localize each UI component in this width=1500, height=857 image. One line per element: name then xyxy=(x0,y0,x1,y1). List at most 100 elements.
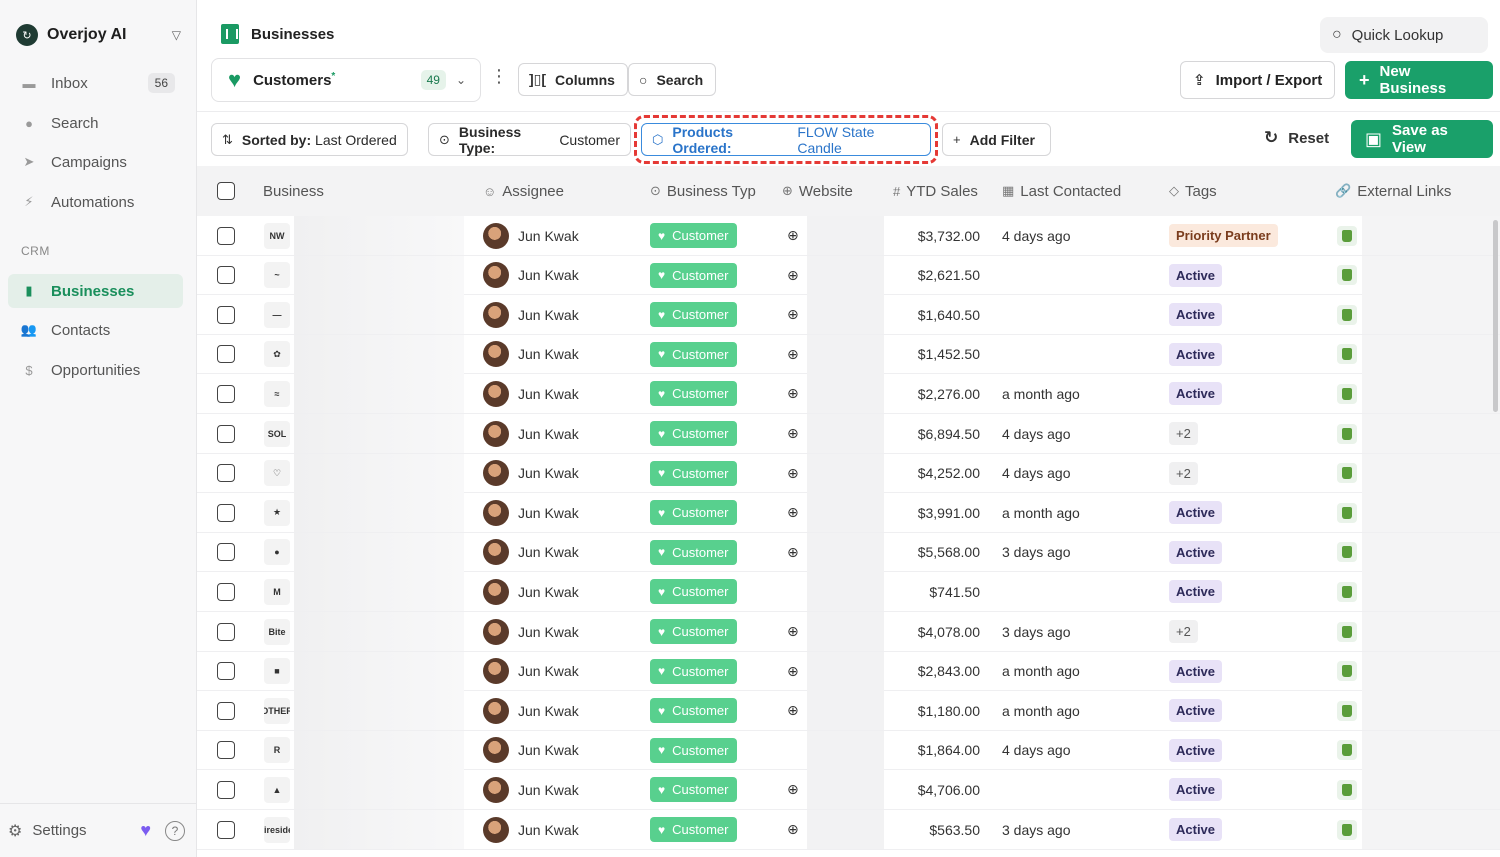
website-cell[interactable]: ⊕ xyxy=(787,454,799,493)
shopify-icon[interactable] xyxy=(1337,661,1357,682)
website-cell[interactable]: ⊕ xyxy=(787,652,799,691)
row-checkbox[interactable] xyxy=(217,572,235,611)
columns-button[interactable]: ]▯[ Columns xyxy=(518,63,628,96)
assignee-cell[interactable]: Jun Kwak xyxy=(483,770,579,809)
assignee-cell[interactable]: Jun Kwak xyxy=(483,493,579,532)
website-cell[interactable]: ⊕ xyxy=(787,533,799,572)
table-row[interactable]: ● Jun Kwak ♥ Customer ⊕ $5,568.00 3 days ago Ac… xyxy=(197,532,1500,573)
business-name-redacted[interactable] xyxy=(294,334,464,374)
business-type-cell[interactable]: ♥ Customer xyxy=(650,414,738,453)
table-row[interactable]: fireside Jun Kwak ♥Customer ⊕ $563.50 3 days … xyxy=(197,810,1500,850)
globe-icon[interactable]: ⊕ xyxy=(787,346,799,363)
table-row[interactable]: — Jun Kwak ♥ Customer ⊕ $1,640.50 Active xyxy=(197,295,1500,335)
website-cell[interactable]: ⊕ xyxy=(787,414,799,453)
table-row[interactable]: ▲ Jun Kwak ♥ Customer ⊕ $4,706.00 Active xyxy=(197,770,1500,810)
sort-chip[interactable]: ⇅ Sorted by: Last Ordered xyxy=(211,123,408,156)
row-checkbox[interactable] xyxy=(217,374,235,413)
business-name-redacted[interactable] xyxy=(294,691,464,731)
business-name-redacted[interactable] xyxy=(294,453,464,493)
shopify-icon[interactable] xyxy=(1337,740,1357,761)
external-link-cell[interactable] xyxy=(1337,770,1357,809)
business-name-redacted[interactable] xyxy=(294,414,464,453)
row-checkbox[interactable] xyxy=(217,810,235,849)
business-type-cell[interactable]: ♥ Customer xyxy=(650,731,738,770)
website-cell[interactable]: ⊕ xyxy=(787,493,799,532)
business-name-redacted[interactable] xyxy=(294,730,464,770)
tags-cell[interactable]: Active xyxy=(1169,335,1223,374)
shopify-icon[interactable] xyxy=(1337,581,1357,602)
row-checkbox[interactable] xyxy=(217,216,235,255)
business-type-cell[interactable]: ♥ Customer xyxy=(650,572,738,611)
tags-cell[interactable]: Active xyxy=(1169,374,1223,413)
column-header-assignee[interactable]: ☺ Assignee xyxy=(483,166,564,216)
globe-icon[interactable]: ⊕ xyxy=(787,306,799,323)
external-link-cell[interactable] xyxy=(1337,374,1357,413)
external-link-cell[interactable] xyxy=(1337,691,1357,730)
assignee-cell[interactable]: Jun Kwak xyxy=(483,256,579,295)
table-row[interactable]: R Jun Kwak ♥ Customer $1,864.00 4 days ago Act… xyxy=(197,730,1500,771)
column-header-website[interactable]: ⊕ Website xyxy=(782,166,853,216)
business-type-cell[interactable]: ♥ Customer xyxy=(650,374,738,413)
vertical-scrollbar[interactable] xyxy=(1493,220,1498,412)
business-name-redacted[interactable] xyxy=(294,612,464,651)
external-link-cell[interactable] xyxy=(1337,731,1357,770)
external-link-cell[interactable] xyxy=(1337,256,1357,295)
external-link-cell[interactable] xyxy=(1337,612,1357,651)
workspace-switcher[interactable]: ↻ Overjoy AI ▽ xyxy=(16,22,181,48)
external-link-cell[interactable] xyxy=(1337,652,1357,691)
business-type-cell[interactable]: ♥ Customer xyxy=(650,612,738,651)
external-link-cell[interactable] xyxy=(1337,295,1357,334)
globe-icon[interactable]: ⊕ xyxy=(787,663,799,680)
assignee-cell[interactable]: Jun Kwak xyxy=(483,810,579,849)
business-name-redacted[interactable] xyxy=(294,532,464,572)
shopify-icon[interactable] xyxy=(1337,463,1357,484)
external-link-cell[interactable] xyxy=(1337,533,1357,572)
shopify-icon[interactable] xyxy=(1337,779,1357,800)
globe-icon[interactable]: ⊕ xyxy=(787,425,799,442)
column-header-tags[interactable]: ◇ Tags xyxy=(1169,166,1217,216)
shopify-icon[interactable] xyxy=(1337,383,1357,404)
globe-icon[interactable]: ⊕ xyxy=(787,781,799,798)
assignee-cell[interactable]: Jun Kwak xyxy=(483,454,579,493)
external-link-cell[interactable] xyxy=(1337,414,1357,453)
quick-lookup-button[interactable]: ○ Quick Lookup xyxy=(1320,17,1488,53)
business-type-cell[interactable]: ♥ Customer xyxy=(650,810,738,849)
external-link-cell[interactable] xyxy=(1337,454,1357,493)
table-row[interactable]: ≈ Jun Kwak ♥ Customer ⊕ $2,276.00 a month ago A… xyxy=(197,374,1500,414)
globe-icon[interactable]: ⊕ xyxy=(787,267,799,284)
products-ordered-filter-chip[interactable]: ⬡ Products Ordered: FLOW State Candle xyxy=(641,123,931,156)
view-selector[interactable]: ♥ Customers* 49 ⌄ xyxy=(211,58,481,102)
tags-cell[interactable]: Active xyxy=(1169,770,1223,809)
table-row[interactable]: ★ Jun Kwak ♥ Customer ⊕ $3,991.00 a month ago A… xyxy=(197,493,1500,533)
business-type-cell[interactable]: ♥ Customer xyxy=(650,295,738,334)
sidebar-item-automations[interactable]: ⚡ Automations xyxy=(8,185,183,219)
sidebar-item-inbox[interactable]: ▬ Inbox 56 xyxy=(8,66,183,100)
table-row[interactable]: ~ Jun Kwak ♥ Customer ⊕ $2,621.50 Active xyxy=(197,255,1500,296)
row-checkbox[interactable] xyxy=(217,493,235,532)
external-link-cell[interactable] xyxy=(1337,216,1357,255)
assignee-cell[interactable]: Jun Kwak xyxy=(483,652,579,691)
business-type-cell[interactable]: ♥ Customer xyxy=(650,652,738,691)
business-name-redacted[interactable] xyxy=(294,295,464,335)
website-cell[interactable]: ⊕ xyxy=(787,691,799,730)
column-header-business[interactable]: Business xyxy=(263,166,324,216)
globe-icon[interactable]: ⊕ xyxy=(787,385,799,402)
website-cell[interactable]: ⊕ xyxy=(787,295,799,334)
globe-icon[interactable]: ⊕ xyxy=(787,227,799,244)
tags-cell[interactable]: +2 xyxy=(1169,414,1198,453)
heart-icon[interactable]: ♥ xyxy=(140,820,151,841)
assignee-cell[interactable]: Jun Kwak xyxy=(483,374,579,413)
globe-icon[interactable]: ⊕ xyxy=(787,702,799,719)
column-header-external-links[interactable]: 🔗 External Links xyxy=(1335,166,1451,216)
row-checkbox[interactable] xyxy=(217,256,235,295)
assignee-cell[interactable]: Jun Kwak xyxy=(483,295,579,334)
website-cell[interactable]: ⊕ xyxy=(787,374,799,413)
globe-icon[interactable]: ⊕ xyxy=(787,504,799,521)
settings-link[interactable]: Settings xyxy=(32,822,140,839)
shopify-icon[interactable] xyxy=(1337,344,1357,365)
tags-cell[interactable]: Active xyxy=(1169,731,1223,770)
globe-icon[interactable]: ⊕ xyxy=(787,544,799,561)
shopify-icon[interactable] xyxy=(1337,423,1357,444)
sidebar-item-businesses[interactable]: ▮ Businesses xyxy=(8,274,183,308)
business-type-cell[interactable]: ♥ Customer xyxy=(650,533,738,572)
